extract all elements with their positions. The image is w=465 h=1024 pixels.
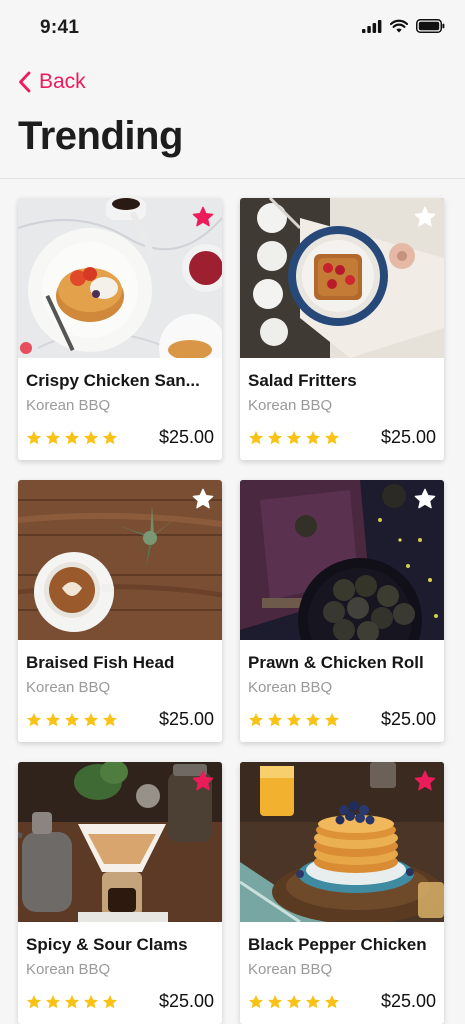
- navigation-header: Back Trending: [0, 56, 465, 179]
- food-meta-row: $25.00: [248, 709, 436, 730]
- food-category: Korean BBQ: [26, 679, 111, 696]
- rating-star-icon: [249, 994, 263, 1008]
- favorite-star-icon[interactable]: [414, 770, 436, 792]
- favorite-star-icon[interactable]: [414, 206, 436, 228]
- rating-stars: [26, 712, 118, 728]
- rating-star-icon: [84, 712, 98, 726]
- rating-star-icon: [27, 430, 41, 444]
- food-card[interactable]: Prawn & Chicken Roll Korean BBQ $25.00: [240, 480, 444, 742]
- food-price: $25.00: [380, 709, 436, 729]
- food-grid: Crispy Chicken San... Korean BBQ $25.00 Sa…: [18, 198, 446, 1024]
- food-card[interactable]: Braised Fish Head Korean BBQ $25.00: [18, 480, 222, 742]
- food-category: Korean BBQ: [248, 679, 333, 696]
- rating-star-icon: [306, 994, 320, 1008]
- rating-star-icon: [65, 712, 79, 726]
- rating-star-icon: [268, 712, 282, 726]
- rating-star-icon: [103, 712, 117, 726]
- food-info: Spicy & Sour Clams Korean BBQ $25.00: [18, 922, 222, 1012]
- food-photo: [18, 480, 222, 640]
- food-price: $25.00: [380, 991, 436, 1011]
- page-title: Trending: [18, 114, 183, 158]
- back-label: Back: [39, 70, 86, 93]
- food-card[interactable]: Spicy & Sour Clams Korean BBQ $25.00: [18, 762, 222, 1024]
- rating-star-icon: [27, 994, 41, 1008]
- food-photo: [240, 198, 444, 358]
- rating-star-icon: [46, 994, 60, 1008]
- food-name: Braised Fish Head: [26, 653, 175, 672]
- rating-star-icon: [325, 430, 339, 444]
- food-photo: [18, 198, 222, 358]
- rating-star-icon: [249, 712, 263, 726]
- food-meta-row: $25.00: [248, 427, 436, 448]
- food-category: Korean BBQ: [26, 397, 111, 414]
- food-info: Prawn & Chicken Roll Korean BBQ $25.00: [240, 640, 444, 730]
- food-price: $25.00: [158, 709, 214, 729]
- battery-icon: [416, 19, 445, 33]
- food-price: $25.00: [158, 427, 214, 447]
- rating-star-icon: [65, 994, 79, 1008]
- rating-star-icon: [268, 994, 282, 1008]
- food-photo: [240, 480, 444, 640]
- rating-star-icon: [287, 712, 301, 726]
- rating-star-icon: [287, 994, 301, 1008]
- rating-stars: [26, 430, 118, 446]
- rating-star-icon: [249, 430, 263, 444]
- food-photo: [18, 762, 222, 922]
- rating-star-icon: [325, 712, 339, 726]
- rating-star-icon: [84, 994, 98, 1008]
- food-price: $25.00: [158, 991, 214, 1011]
- favorite-star-icon[interactable]: [192, 770, 214, 792]
- rating-stars: [26, 994, 118, 1010]
- food-card[interactable]: Crispy Chicken San... Korean BBQ $25.00: [18, 198, 222, 460]
- food-category: Korean BBQ: [26, 961, 111, 978]
- food-photo: [240, 762, 444, 922]
- favorite-star-icon[interactable]: [192, 206, 214, 228]
- favorite-star-icon[interactable]: [414, 488, 436, 510]
- food-name: Crispy Chicken San...: [26, 371, 200, 390]
- rating-star-icon: [46, 712, 60, 726]
- food-name: Prawn & Chicken Roll: [248, 653, 424, 672]
- food-info: Crispy Chicken San... Korean BBQ $25.00: [18, 358, 222, 448]
- back-button[interactable]: Back: [18, 70, 86, 94]
- wifi-icon: [390, 19, 408, 33]
- chevron-left-icon: [19, 71, 31, 93]
- food-name: Salad Fritters: [248, 371, 357, 390]
- status-bar: 9:41: [0, 0, 465, 56]
- rating-star-icon: [46, 430, 60, 444]
- status-icons: [362, 19, 445, 33]
- rating-star-icon: [27, 712, 41, 726]
- food-price: $25.00: [380, 427, 436, 447]
- food-name: Spicy & Sour Clams: [26, 935, 188, 954]
- favorite-star-icon[interactable]: [192, 488, 214, 510]
- rating-star-icon: [84, 430, 98, 444]
- food-info: Salad Fritters Korean BBQ $25.00: [240, 358, 444, 448]
- rating-star-icon: [306, 712, 320, 726]
- food-meta-row: $25.00: [248, 991, 436, 1012]
- cellular-signal-icon: [362, 19, 382, 33]
- food-info: Braised Fish Head Korean BBQ $25.00: [18, 640, 222, 730]
- food-meta-row: $25.00: [26, 709, 214, 730]
- food-category: Korean BBQ: [248, 397, 333, 414]
- rating-stars: [248, 430, 340, 446]
- food-category: Korean BBQ: [248, 961, 333, 978]
- rating-star-icon: [325, 994, 339, 1008]
- food-info: Black Pepper Chicken Korean BBQ $25.00: [240, 922, 444, 1012]
- rating-star-icon: [103, 430, 117, 444]
- rating-star-icon: [306, 430, 320, 444]
- rating-stars: [248, 712, 340, 728]
- food-card[interactable]: Salad Fritters Korean BBQ $25.00: [240, 198, 444, 460]
- rating-star-icon: [65, 430, 79, 444]
- food-card[interactable]: Black Pepper Chicken Korean BBQ $25.00: [240, 762, 444, 1024]
- status-time: 9:41: [40, 17, 80, 38]
- rating-star-icon: [103, 994, 117, 1008]
- rating-star-icon: [287, 430, 301, 444]
- food-name: Black Pepper Chicken: [248, 935, 427, 954]
- rating-stars: [248, 994, 340, 1010]
- food-meta-row: $25.00: [26, 427, 214, 448]
- rating-star-icon: [268, 430, 282, 444]
- food-meta-row: $25.00: [26, 991, 214, 1012]
